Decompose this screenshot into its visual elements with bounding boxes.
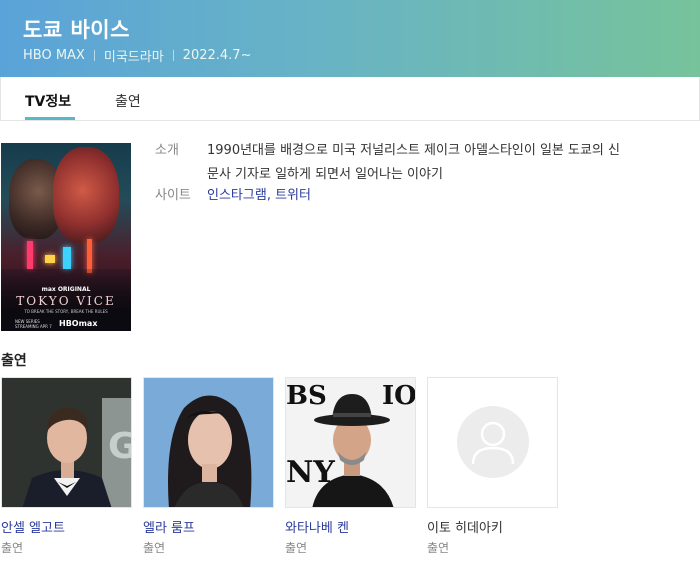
poster-tagline: TO BREAK THE STORY, BREAK THE RULES [24,309,108,314]
svg-text:IO: IO [382,381,416,411]
cast-name[interactable]: 안셀 엘고트 [1,517,132,536]
poster-figure [53,147,119,243]
meta-divider [172,50,174,61]
cast-section-title: 출연 [1,353,27,369]
cast-card: BS IO NY 와타나베 켄 출연 [285,377,416,556]
cast-role: 출연 [427,541,450,555]
cast-role: 출연 [143,541,166,555]
cast-card: 엘라 룸프 출연 [143,377,274,556]
tab-tv-info[interactable]: TV정보 [25,91,71,111]
site-link-separator: , [266,188,276,203]
title-meta: HBO MAX 미국드라마 2022.4.7~ [23,46,251,65]
cast-role: 출연 [1,541,24,555]
cast-name[interactable]: 와타나베 켄 [285,517,416,536]
cast-photo[interactable]: G [1,377,132,508]
intro-label: 소개 [155,143,179,158]
site-label: 사이트 [155,188,191,203]
cast-photo-placeholder[interactable] [427,377,558,508]
poster-badge: max ORIGINAL [41,286,91,293]
svg-text:BS: BS [286,381,327,411]
meta-divider [93,50,95,61]
poster-neon-sign [45,255,55,263]
cast-photo[interactable] [143,377,274,508]
poster-neon-sign [27,241,33,269]
poster-neon-sign [63,247,71,269]
cast-card: G 안셀 엘고트 출연 [1,377,132,556]
poster-hbomax-logo: HBOmax [59,319,98,328]
header-banner: 도쿄 바이스 HBO MAX 미국드라마 2022.4.7~ [0,0,700,77]
tab-cast[interactable]: 출연 [115,91,141,111]
twitter-link[interactable]: 트위터 [275,188,311,203]
page-title: 도쿄 바이스 [23,18,130,42]
instagram-link[interactable]: 인스타그램 [207,188,267,203]
cast-role: 출연 [285,541,308,555]
genre-label: 미국드라마 [103,50,164,65]
svg-text:G: G [108,426,132,467]
cast-name[interactable]: 엘라 룸프 [143,517,274,536]
person-placeholder-icon [457,406,529,478]
cast-card: 이토 히데아키 출연 [427,377,558,556]
poster-release-note: NEW SERIES STREAMING APR 7 [15,319,52,329]
tab-bar: TV정보 출연 [0,77,700,121]
intro-text: 1990년대를 배경으로 미국 저널리스트 제이크 아델스타인이 일본 도쿄의 … [207,139,667,187]
cast-photo-illustration [144,378,273,507]
poster-neon-sign [87,239,92,273]
cast-photo-illustration: BS IO NY [286,378,416,507]
intro-text-line: 1990년대를 배경으로 미국 저널리스트 제이크 아델스타인이 일본 도쿄의 … [207,143,620,158]
poster-image[interactable]: max ORIGINAL TOKYO VICE TO BREAK THE STO… [1,143,131,331]
cast-name: 이토 히데아키 [427,521,503,536]
cast-photo-illustration: G [2,378,132,507]
network-label: HBO MAX [23,48,85,63]
active-tab-indicator [25,117,75,120]
poster-title: TOKYO VICE [16,294,116,308]
site-links: 인스타그램, 트위터 [207,184,667,208]
cast-photo[interactable]: BS IO NY [285,377,416,508]
air-date-label: 2022.4.7~ [182,48,252,63]
